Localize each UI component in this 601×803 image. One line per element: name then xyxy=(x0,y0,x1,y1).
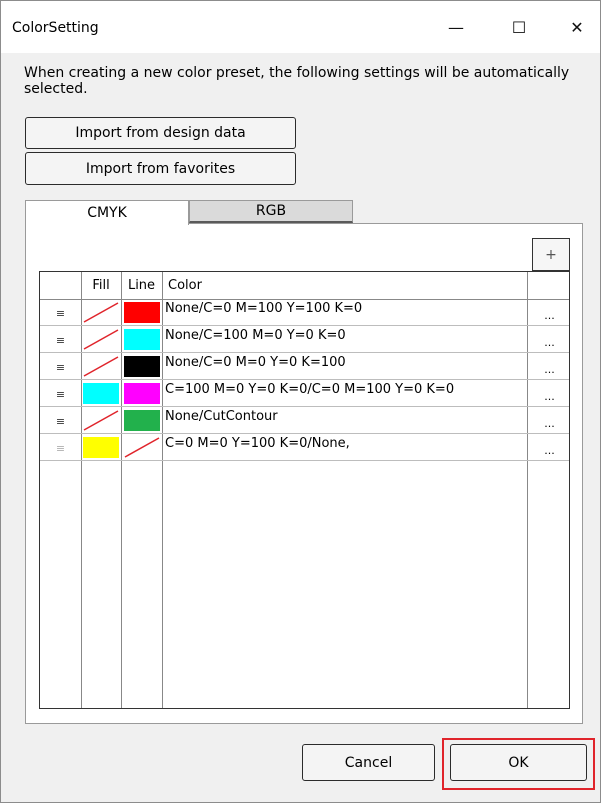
more-options-button[interactable]: ... xyxy=(530,408,569,434)
table-row[interactable]: ≡ None/C=0 M=0 Y=0 K=100... xyxy=(40,354,569,380)
line-swatch[interactable] xyxy=(124,383,160,404)
import-from-favorites-button[interactable]: Import from favorites xyxy=(25,152,296,185)
fill-swatch[interactable] xyxy=(83,383,119,404)
row-divider xyxy=(40,433,569,434)
color-value: None/C=100 M=0 Y=0 K=0 xyxy=(165,328,346,343)
table-row[interactable]: ≡ None/C=100 M=0 Y=0 K=0... xyxy=(40,327,569,353)
fill-swatch[interactable] xyxy=(83,329,119,350)
close-button[interactable]: ✕ xyxy=(554,9,600,45)
table-row[interactable]: ≡ C=100 M=0 Y=0 K=0/C=0 M=100 Y=0 K=0... xyxy=(40,381,569,407)
color-setting-dialog: ColorSetting — ☐ ✕ When creating a new c… xyxy=(0,0,601,803)
color-value: None/C=0 M=0 Y=0 K=100 xyxy=(165,355,346,370)
line-swatch[interactable] xyxy=(124,356,160,377)
import-from-design-data-button[interactable]: Import from design data xyxy=(25,117,296,149)
line-swatch[interactable] xyxy=(124,329,160,350)
description-text: When creating a new color preset, the fo… xyxy=(24,65,570,97)
row-divider xyxy=(40,379,569,380)
tab-rgb[interactable]: RGB xyxy=(189,200,353,223)
ok-button-highlight xyxy=(442,738,595,790)
more-options-button[interactable]: ... xyxy=(530,300,569,326)
color-value: None/CutContour xyxy=(165,409,278,424)
fill-swatch[interactable] xyxy=(83,302,119,323)
window-title: ColorSetting xyxy=(12,20,99,36)
more-options-button[interactable]: ... xyxy=(530,354,569,380)
header-fill: Fill xyxy=(92,278,110,293)
cancel-button[interactable]: Cancel xyxy=(302,744,435,781)
table-row[interactable]: ≡ C=0 M=0 Y=100 K=0/None,... xyxy=(40,435,569,461)
drag-handle-icon[interactable]: ≡ xyxy=(40,435,81,461)
color-value: C=0 M=0 Y=100 K=0/None, xyxy=(165,436,350,451)
fill-swatch[interactable] xyxy=(83,437,119,458)
drag-handle-icon[interactable]: ≡ xyxy=(40,354,81,380)
line-swatch[interactable] xyxy=(124,437,160,458)
row-divider xyxy=(40,406,569,407)
color-value: None/C=0 M=100 Y=100 K=0 xyxy=(165,301,363,316)
row-divider xyxy=(40,352,569,353)
drag-handle-icon[interactable]: ≡ xyxy=(40,300,81,326)
drag-handle-icon[interactable]: ≡ xyxy=(40,408,81,434)
maximize-button[interactable]: ☐ xyxy=(496,9,542,45)
more-options-button[interactable]: ... xyxy=(530,327,569,353)
header-line: Line xyxy=(127,278,156,293)
more-options-button[interactable]: ... xyxy=(530,435,569,461)
tab-cmyk[interactable]: CMYK xyxy=(25,200,189,225)
fill-swatch[interactable] xyxy=(83,356,119,377)
add-preset-button[interactable]: + xyxy=(532,238,570,271)
table-row[interactable]: ≡ None/C=0 M=100 Y=100 K=0... xyxy=(40,300,569,326)
header-color: Color xyxy=(168,278,202,293)
line-swatch[interactable] xyxy=(124,302,160,323)
header-handle xyxy=(40,272,81,299)
fill-swatch[interactable] xyxy=(83,410,119,431)
title-bar: ColorSetting — ☐ ✕ xyxy=(1,1,600,53)
drag-handle-icon[interactable]: ≡ xyxy=(40,381,81,407)
row-divider xyxy=(40,460,569,461)
color-preset-table: Fill Line Color ≡ None/C=0 M=100 Y=100 K=… xyxy=(39,271,570,709)
row-divider xyxy=(40,325,569,326)
table-row[interactable]: ≡ None/CutContour... xyxy=(40,408,569,434)
more-options-button[interactable]: ... xyxy=(530,381,569,407)
drag-handle-icon[interactable]: ≡ xyxy=(40,327,81,353)
minimize-button[interactable]: — xyxy=(433,9,479,45)
color-value: C=100 M=0 Y=0 K=0/C=0 M=100 Y=0 K=0 xyxy=(165,382,455,397)
line-swatch[interactable] xyxy=(124,410,160,431)
